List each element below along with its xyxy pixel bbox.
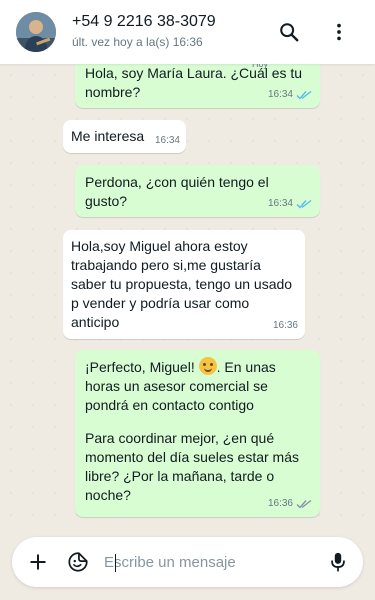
sticker-icon [68,552,88,572]
chat-header: +54 9 2216 38-3079 últ. vez hoy a la(s) … [0,0,375,64]
text-cursor [115,554,116,572]
search-icon [280,23,299,42]
message-time: 16:34 [267,198,293,209]
read-ticks-icon [296,199,312,209]
message-outgoing[interactable]: ¡Perfecto, Miguel! . En unas horas un as… [75,350,320,517]
sticker-button[interactable] [65,549,91,575]
contact-avatar[interactable] [16,12,56,52]
message-incoming[interactable]: Hola,soy Miguel ahora estoy trabajando p… [63,230,305,339]
message-outgoing[interactable]: Perdona, ¿con quién tengo el gusto? 16:3… [75,165,320,217]
search-button[interactable] [275,18,303,46]
message-incoming[interactable]: Me interesa 16:34 [63,120,186,153]
attach-button[interactable] [25,549,51,575]
message-text: Hola,soy Miguel ahora estoy trabajando p… [71,238,293,330]
message-list[interactable]: Hola, soy María Laura. ¿Cuál es tu nombr… [0,64,375,526]
day-label: Hoy [252,64,269,69]
message-input[interactable] [104,550,314,574]
plus-icon [30,554,46,570]
smiling-face-emoji [198,357,217,375]
last-seen-status: últ. vez hoy a la(s) 16:36 [72,35,203,49]
microphone-icon [331,552,345,572]
message-composer [12,537,363,587]
menu-button[interactable] [325,18,353,46]
message-outgoing[interactable]: Hola, soy María Laura. ¿Cuál es tu nombr… [75,64,320,108]
more-vert-icon [337,23,341,41]
message-text: Me interesa [71,128,145,144]
message-time: 16:34 [267,89,293,100]
voice-record-button[interactable] [325,549,351,575]
message-text: ¡Perfecto, Miguel! . En unas horas un as… [85,357,276,413]
message-time: 16:36 [267,498,293,509]
delivered-ticks-icon [296,499,312,509]
message-time: 16:34 [154,135,180,146]
read-ticks-icon [296,90,312,100]
contact-name[interactable]: +54 9 2216 38-3079 [72,13,216,31]
message-time: 16:36 [272,320,298,331]
